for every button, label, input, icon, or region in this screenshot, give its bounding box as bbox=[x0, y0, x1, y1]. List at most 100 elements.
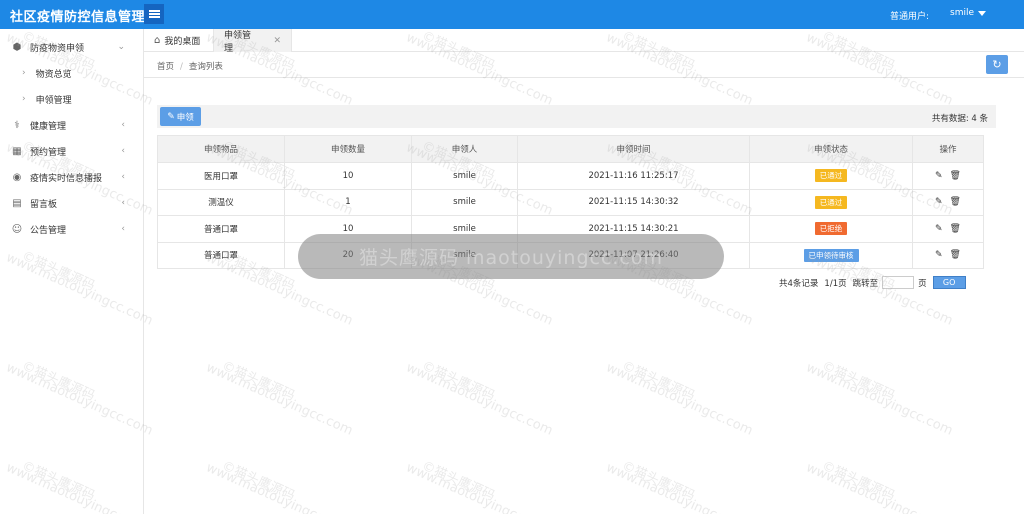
cell-user: smile bbox=[411, 188, 518, 216]
edit-icon[interactable]: ✎ bbox=[935, 171, 943, 181]
sidebar: ⬢ 防疫物资申领 ⌄ › 物资总览 › 申领管理 ⚕ 健康管理 ‹ ▦ 预约管理… bbox=[0, 29, 144, 514]
go-button[interactable]: GO bbox=[932, 276, 966, 289]
health-icon: ⚕ bbox=[14, 119, 20, 131]
cell-status: 已通过 bbox=[749, 188, 913, 216]
cell-qty: 20 bbox=[284, 241, 412, 269]
tab-apply-management[interactable]: 申领管理 ✕ bbox=[214, 29, 292, 54]
status-badge: 已拒绝 bbox=[814, 222, 848, 236]
table-row: 测温仪 1 smile 2021-11:15 14:30:32 已通过 ✎ 🗑 bbox=[157, 188, 984, 216]
cell-qty: 10 bbox=[284, 162, 412, 190]
calendar-icon: ▦ bbox=[12, 145, 22, 157]
cell-user: smile bbox=[411, 162, 518, 190]
user-role-label: 普通用户: bbox=[890, 12, 930, 22]
hamburger-icon bbox=[148, 13, 160, 15]
chevron-left-icon: ‹ bbox=[121, 120, 125, 130]
pagination: 共4条记录 1/1页 跳转至 页 GO bbox=[779, 276, 966, 289]
tab-label: 我的桌面 bbox=[164, 37, 201, 47]
close-icon[interactable]: ✕ bbox=[273, 36, 281, 46]
cell-item: 测温仪 bbox=[157, 188, 285, 216]
caret-down-icon bbox=[978, 10, 986, 16]
column-header: 申领时间 bbox=[517, 135, 750, 163]
chevron-down-icon: ⌄ bbox=[117, 42, 125, 52]
cell-status: 已通过 bbox=[749, 162, 913, 190]
trash-icon[interactable]: 🗑 bbox=[950, 224, 961, 234]
apply-button-label: 申领 bbox=[176, 112, 194, 123]
breadcrumb-current: 查询列表 bbox=[188, 62, 223, 72]
sidebar-item-supplies[interactable]: ⬢ 防疫物资申领 ⌄ bbox=[0, 34, 143, 60]
table-header-row: 申领物品 申领数量 申领人 申领时间 申领状态 操作 bbox=[157, 135, 984, 163]
status-badge: 已申领待审核 bbox=[803, 248, 859, 262]
cell-ops: ✎ 🗑 bbox=[912, 188, 984, 216]
cell-status: 已申领待审核 bbox=[749, 241, 913, 269]
sidebar-item-messages[interactable]: ▤ 留言板 ‹ bbox=[0, 190, 143, 216]
refresh-icon: ↻ bbox=[992, 58, 1002, 71]
page-unit: 页 bbox=[918, 278, 927, 289]
chevron-left-icon: ‹ bbox=[121, 172, 125, 182]
sidebar-item-label: 公告管理 bbox=[30, 225, 67, 236]
sidebar-item-label: 健康管理 bbox=[30, 121, 67, 132]
chevron-right-icon: › bbox=[22, 94, 26, 104]
tab-label: 申领管理 bbox=[224, 30, 252, 54]
sidebar-subitem-apply[interactable]: › 申领管理 bbox=[0, 86, 143, 112]
jump-label: 跳转至 bbox=[852, 278, 879, 289]
trash-icon[interactable]: 🗑 bbox=[950, 171, 961, 181]
sidebar-item-label: 留言板 bbox=[30, 199, 58, 210]
cell-item: 医用口罩 bbox=[157, 162, 285, 190]
edit-icon[interactable]: ✎ bbox=[935, 250, 943, 260]
trash-icon[interactable]: 🗑 bbox=[950, 250, 961, 260]
sidebar-item-label: 预约管理 bbox=[30, 147, 67, 158]
user-name: smile bbox=[950, 8, 974, 18]
edit-icon[interactable]: ✎ bbox=[935, 224, 943, 234]
table-row: 普通口罩 20 smile 2021-11:07 21:26:40 已申领待审核… bbox=[157, 241, 984, 269]
cell-qty: 10 bbox=[284, 215, 412, 243]
table-row: 医用口罩 10 smile 2021-11:16 11:25:17 已通过 ✎ 🗑 bbox=[157, 162, 984, 190]
refresh-button[interactable]: ↻ bbox=[986, 55, 1008, 74]
cell-user: smile bbox=[411, 215, 518, 243]
cell-time: 2021-11:15 14:30:21 bbox=[517, 215, 750, 243]
sidebar-subitem-label: 物资总览 bbox=[35, 69, 72, 80]
page-number-input[interactable] bbox=[882, 276, 915, 289]
table-row: 普通口罩 10 smile 2021-11:15 14:30:21 已拒绝 ✎ 🗑 bbox=[157, 215, 984, 243]
chevron-right-icon: › bbox=[22, 68, 26, 78]
status-badge: 已通过 bbox=[814, 169, 848, 183]
tab-bar: ⌂ 我的桌面 申领管理 ✕ bbox=[144, 29, 1024, 54]
app-title: 社区疫情防控信息管理系 bbox=[10, 10, 159, 25]
page-count: 1/1页 bbox=[824, 278, 847, 289]
edit-icon: ✎ bbox=[167, 111, 175, 122]
user-menu[interactable]: smile bbox=[950, 8, 986, 18]
apply-button[interactable]: ✎ 申领 bbox=[160, 107, 201, 126]
column-header: 申领人 bbox=[411, 135, 518, 163]
column-header: 操作 bbox=[912, 135, 984, 163]
record-count: 共4条记录 bbox=[779, 278, 819, 289]
sidebar-item-health[interactable]: ⚕ 健康管理 ‹ bbox=[0, 112, 143, 138]
cell-time: 2021-11:07 21:26:40 bbox=[517, 241, 750, 269]
apply-table: 申领物品 申领数量 申领人 申领时间 申领状态 操作 医用口罩 10 smile… bbox=[157, 135, 984, 269]
cell-ops: ✎ 🗑 bbox=[912, 215, 984, 243]
main-panel: ✎ 申领 共有数据: 4 条 申领物品 申领数量 申领人 申领时间 申领状态 操… bbox=[144, 78, 1024, 514]
sidebar-item-booking[interactable]: ▦ 预约管理 ‹ bbox=[0, 138, 143, 164]
home-icon: ⌂ bbox=[154, 35, 161, 46]
sidebar-item-broadcast[interactable]: ◉ 疫情实时信息播报 ‹ bbox=[0, 164, 143, 190]
sidebar-subitem-overview[interactable]: › 物资总览 bbox=[0, 60, 143, 86]
breadcrumb-bar: 首页 / 查询列表 ↻ bbox=[144, 52, 1024, 78]
breadcrumb: 首页 / 查询列表 bbox=[157, 60, 223, 72]
breadcrumb-home[interactable]: 首页 bbox=[157, 62, 174, 72]
sidebar-item-notices[interactable]: ☺ 公告管理 ‹ bbox=[0, 216, 143, 242]
chevron-left-icon: ‹ bbox=[121, 146, 125, 156]
trash-icon[interactable]: 🗑 bbox=[950, 197, 961, 207]
column-header: 申领状态 bbox=[749, 135, 913, 163]
cell-time: 2021-11:15 14:30:32 bbox=[517, 188, 750, 216]
sidebar-item-label: 防疫物资申领 bbox=[30, 43, 85, 54]
status-badge: 已通过 bbox=[814, 195, 848, 209]
sidebar-item-label: 疫情实时信息播报 bbox=[30, 173, 103, 184]
breadcrumb-separator: / bbox=[180, 62, 183, 72]
sidebar-subitem-label: 申领管理 bbox=[35, 95, 72, 106]
broadcast-icon: ◉ bbox=[12, 171, 22, 183]
cell-item: 普通口罩 bbox=[157, 241, 285, 269]
box-icon: ⬢ bbox=[12, 41, 22, 53]
edit-icon[interactable]: ✎ bbox=[935, 197, 943, 207]
menu-toggle-button[interactable] bbox=[144, 4, 164, 24]
cell-user: smile bbox=[411, 241, 518, 269]
cell-ops: ✎ 🗑 bbox=[912, 241, 984, 269]
tab-my-desktop[interactable]: ⌂ 我的桌面 bbox=[144, 29, 214, 52]
